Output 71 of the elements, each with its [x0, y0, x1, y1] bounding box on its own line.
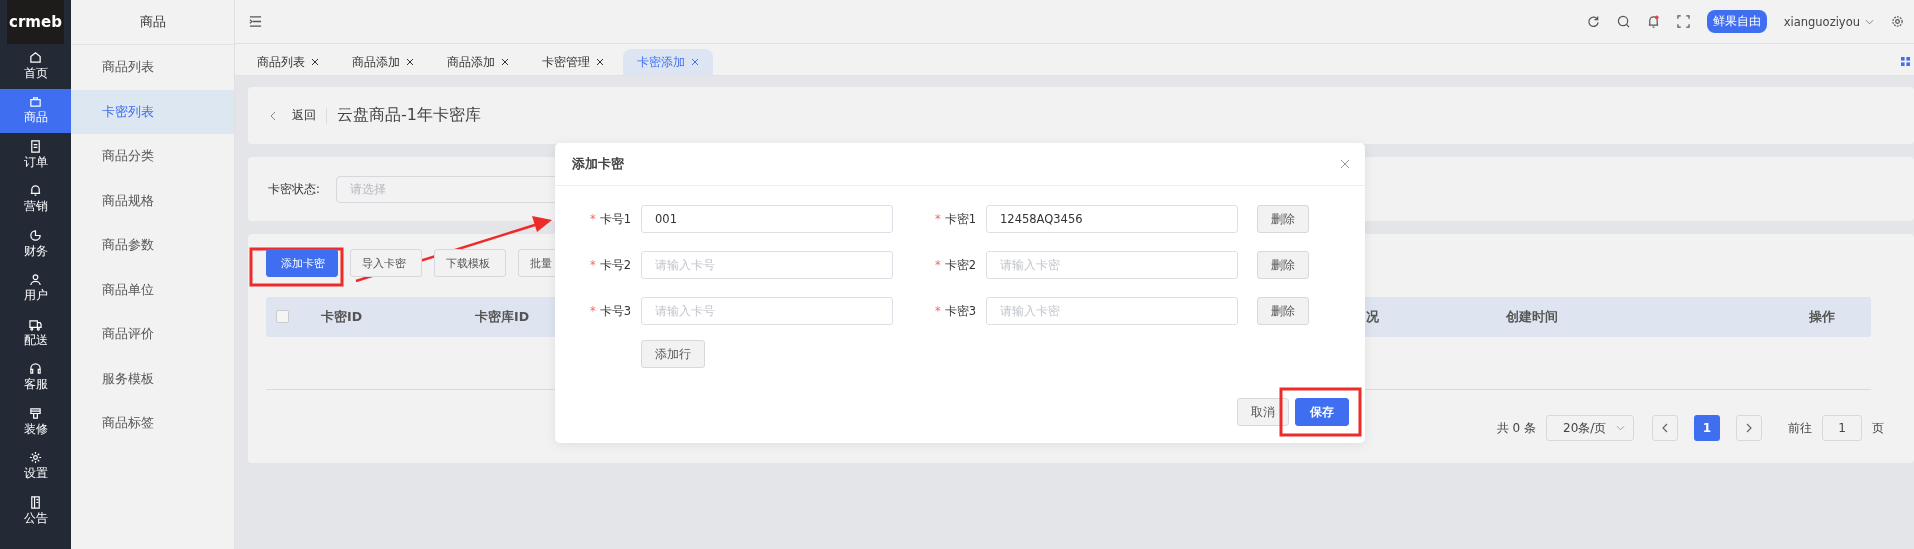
submenu-item[interactable]: 商品标签 [71, 401, 234, 446]
logo: crmeb [7, 0, 64, 44]
nav-item[interactable]: 公告 [0, 489, 71, 534]
page-number[interactable]: 1 [1694, 415, 1720, 441]
username[interactable]: xianguoziyou [1783, 14, 1860, 29]
submenu-item[interactable]: 商品列表 [71, 45, 234, 90]
toolbar-button[interactable]: 导入卡密 [350, 249, 422, 277]
field-label: 卡密2 [944, 257, 976, 272]
required-mark: * [934, 211, 941, 226]
submenu-item[interactable]: 商品参数 [71, 223, 234, 268]
nav-item[interactable]: 营销 [0, 177, 71, 222]
cancel-button[interactable]: 取消 [1237, 398, 1289, 426]
field-label: 卡密3 [944, 303, 976, 318]
submenu-item[interactable]: 商品分类 [71, 134, 234, 179]
page-title: 云盘商品-1年卡密库 [337, 105, 481, 126]
field-label: 卡号1 [599, 211, 631, 226]
dialog-title: 添加卡密 [572, 155, 624, 173]
tab[interactable]: 商品添加 [433, 49, 523, 75]
nav-item[interactable]: 设置 [0, 444, 71, 489]
submenu-item[interactable]: 卡密列表 [71, 89, 234, 134]
input-field[interactable]: 请输入卡号 [641, 251, 893, 279]
column-header: 卡密库ID [475, 309, 530, 326]
input-field[interactable]: 请输入卡密 [986, 297, 1238, 325]
required-mark: * [934, 257, 941, 272]
tab[interactable]: 商品添加 [338, 49, 428, 75]
nav-item[interactable]: 商品 [0, 88, 71, 133]
goto-label: 前往 [1788, 419, 1812, 437]
save-button[interactable]: 保存 [1295, 398, 1349, 426]
tab[interactable]: 卡密添加 [623, 49, 713, 75]
submenu-item[interactable]: 商品评价 [71, 312, 234, 357]
submenu-item[interactable]: 商品单位 [71, 267, 234, 312]
shop-badge[interactable]: 鲜果自由 [1706, 10, 1767, 33]
column-header: 况 [1366, 309, 1379, 326]
column-header: 卡密ID [321, 309, 363, 326]
nav-item[interactable]: 配送 [0, 311, 71, 356]
required-mark: * [589, 303, 596, 318]
toolbar-button[interactable]: 添加卡密 [266, 249, 338, 277]
delete-button[interactable]: 删除 [1257, 205, 1309, 233]
nav-item[interactable]: 财务 [0, 222, 71, 267]
delete-button[interactable]: 删除 [1257, 251, 1309, 279]
nav-item[interactable]: 客服 [0, 355, 71, 400]
column-header: 操作 [1809, 309, 1835, 326]
page-size-select[interactable]: 20条/页 [1546, 415, 1634, 441]
input-field[interactable]: 请输入卡密 [986, 251, 1238, 279]
column-header: 创建时间 [1506, 309, 1558, 326]
tab[interactable]: 商品列表 [243, 49, 333, 75]
back-link[interactable]: 返回 [292, 108, 316, 123]
page-input[interactable]: 1 [1822, 415, 1862, 441]
filter-label: 卡密状态: [268, 181, 321, 197]
field-label: 卡号2 [599, 257, 631, 272]
required-mark: * [589, 257, 596, 272]
input-field[interactable]: 001 [641, 205, 893, 233]
submenu-item[interactable]: 商品规格 [71, 178, 234, 223]
required-mark: * [589, 211, 596, 226]
input-field[interactable]: 请输入卡号 [641, 297, 893, 325]
nav-item[interactable]: 首页 [0, 44, 71, 89]
nav-item[interactable]: 订单 [0, 133, 71, 178]
delete-button[interactable]: 删除 [1257, 297, 1309, 325]
nav-item[interactable]: 用户 [0, 266, 71, 311]
tab[interactable]: 卡密管理 [528, 49, 618, 75]
field-label: 卡号3 [599, 303, 631, 318]
toolbar-button[interactable]: 下载模板 [434, 249, 506, 277]
submenu-item[interactable]: 服务模板 [71, 356, 234, 401]
total-count: 共 0 条 [1496, 419, 1536, 437]
nav-item[interactable]: 装修 [0, 400, 71, 445]
input-field[interactable]: 12458AQ3456 [986, 205, 1238, 233]
submenu-title: 商品 [71, 0, 234, 45]
field-label: 卡密1 [944, 211, 976, 226]
add-row-button[interactable]: 添加行 [641, 340, 705, 368]
page-unit: 页 [1872, 419, 1884, 437]
required-mark: * [934, 303, 941, 318]
